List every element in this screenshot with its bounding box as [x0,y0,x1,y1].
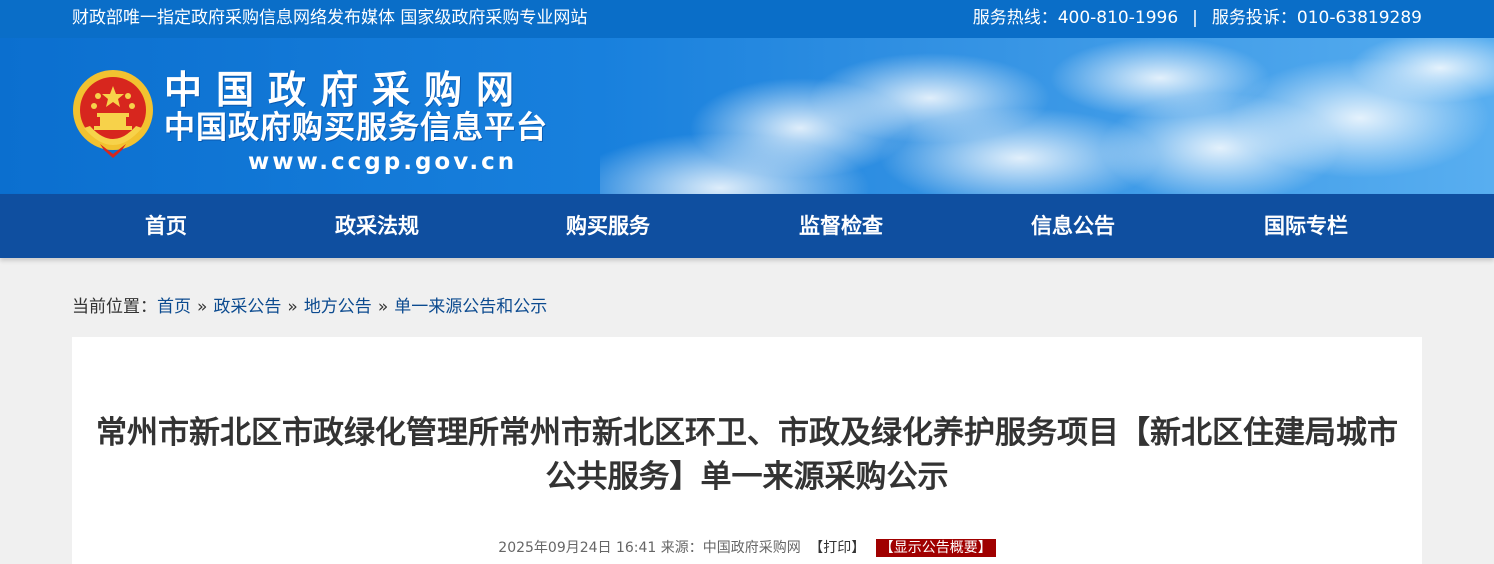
article-card: 常州市新北区市政绿化管理所常州市新北区环卫、市政及绿化养护服务项目【新北区住建局… [72,337,1422,564]
nav-item-regulations[interactable]: 政采法规 [287,194,467,258]
logo-title: 中国政府采购网 [164,68,529,112]
breadcrumb-item-home[interactable]: 首页 [157,297,191,317]
breadcrumb-item-local-announcements[interactable]: 地方公告 [304,297,372,317]
clouds-decoration [600,38,1494,194]
article-source: 来源：中国政府采购网 [660,540,801,556]
contact-separator: | [1192,8,1198,28]
publish-datetime: 2025年09月24日 16:41 [498,540,657,556]
logo-subtitle: 中国政府购买服务信息平台 [164,110,548,146]
breadcrumb-arrow: » [287,297,298,317]
breadcrumb-prefix: 当前位置： [72,297,157,317]
logo-url: www.ccgp.gov.cn [248,149,518,175]
breadcrumb-item-procurement-announcements[interactable]: 政采公告 [213,297,281,317]
nav-item-supervision[interactable]: 监督检查 [751,194,931,258]
breadcrumb-item-single-source[interactable]: 单一来源公告和公示 [394,297,547,317]
contact-info: 服务热线：400-810-1996 | 服务投诉：010-63819289 [973,7,1422,29]
site-header: 中国政府采购网 中国政府购买服务信息平台 www.ccgp.gov.cn [0,38,1494,194]
top-info-bar: 财政部唯一指定政府采购信息网络发布媒体 国家级政府采购专业网站 服务热线：400… [0,0,1494,38]
complaint-hotline: 服务投诉：010-63819289 [1211,8,1422,28]
show-summary-button[interactable]: 【显示公告概要】 [875,539,996,557]
service-hotline: 服务热线：400-810-1996 [972,8,1179,28]
breadcrumb: 当前位置：首页» 政采公告» 地方公告» 单一来源公告和公示 [72,295,547,319]
nav-item-home[interactable]: 首页 [76,194,256,258]
breadcrumb-arrow: » [377,297,389,317]
site-slogan: 财政部唯一指定政府采购信息网络发布媒体 国家级政府采购专业网站 [72,8,588,28]
print-button[interactable]: 【打印】 [809,540,865,556]
nav-item-purchase-services[interactable]: 购买服务 [518,194,698,258]
article-title: 常州市新北区市政绿化管理所常州市新北区环卫、市政及绿化养护服务项目【新北区住建局… [96,415,1398,495]
nav-item-international[interactable]: 国际专栏 [1216,194,1396,258]
breadcrumb-arrow: » [197,297,208,317]
national-emblem-icon [73,70,153,158]
main-nav: 首页 政采法规 购买服务 监督检查 信息公告 国际专栏 [0,194,1494,258]
article-meta: 2025年09月24日 16:41 来源：中国政府采购网 【打印】 【显示公告概… [72,538,1422,558]
nav-item-announcements[interactable]: 信息公告 [983,194,1163,258]
